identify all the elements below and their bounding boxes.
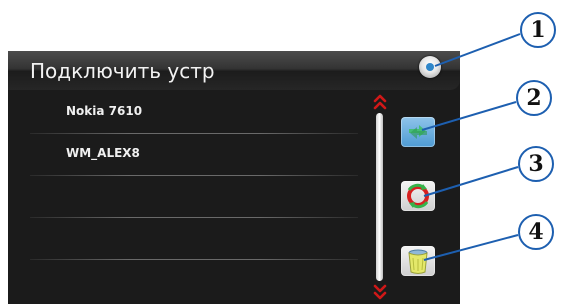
callout-2: 2	[516, 80, 552, 116]
callout-3: 3	[518, 146, 554, 182]
screenshot-stage: Подключить устр Nokia 7610 WM_ALEX8 1 2 …	[0, 0, 562, 304]
callout-1: 1	[520, 12, 556, 48]
callout-leader-lines	[421, 33, 521, 261]
callout-4: 4	[518, 214, 554, 250]
